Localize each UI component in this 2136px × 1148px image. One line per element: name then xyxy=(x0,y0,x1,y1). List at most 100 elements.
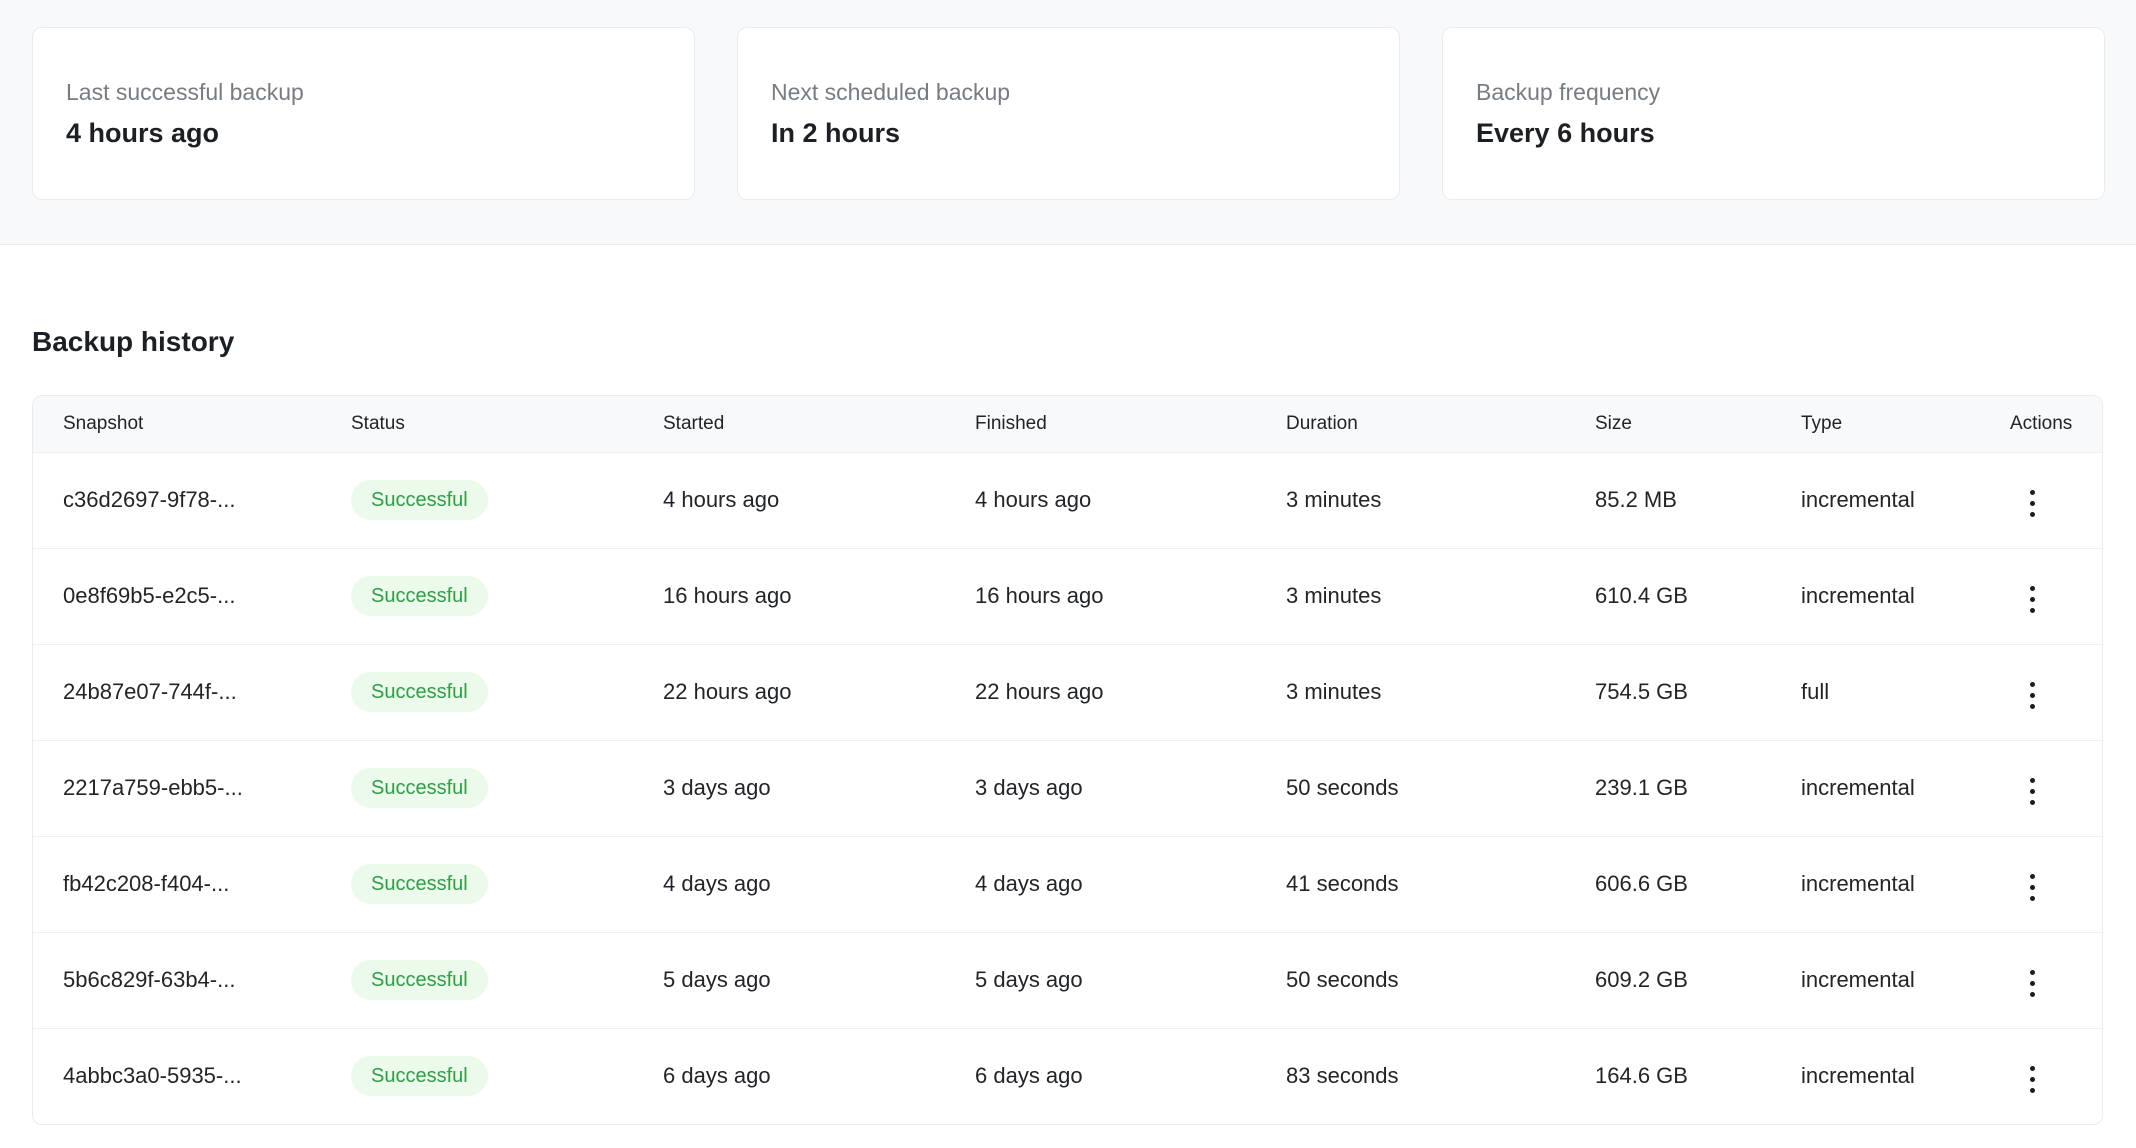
status-badge: Successful xyxy=(351,672,488,712)
card-value: 4 hours ago xyxy=(66,116,661,150)
row-actions-button[interactable] xyxy=(2018,674,2047,717)
started-cell: 16 hours ago xyxy=(633,548,945,644)
status-cell: Successful xyxy=(321,932,633,1028)
backup-history-table: Snapshot Status Started Finished Duratio… xyxy=(33,396,2102,1124)
finished-cell: 6 days ago xyxy=(945,1028,1256,1124)
type-cell: incremental xyxy=(1771,452,1980,548)
status-badge: Successful xyxy=(351,768,488,808)
size-cell: 85.2 MB xyxy=(1565,452,1771,548)
duration-cell: 3 minutes xyxy=(1256,644,1565,740)
card-last-successful-backup: Last successful backup 4 hours ago xyxy=(32,27,695,200)
kebab-menu-icon xyxy=(2030,970,2035,997)
type-cell: incremental xyxy=(1771,740,1980,836)
duration-cell: 3 minutes xyxy=(1256,452,1565,548)
started-cell: 6 days ago xyxy=(633,1028,945,1124)
status-badge: Successful xyxy=(351,576,488,616)
status-cell: Successful xyxy=(321,452,633,548)
duration-cell: 3 minutes xyxy=(1256,548,1565,644)
snapshot-cell: 24b87e07-744f-... xyxy=(33,644,321,740)
column-header-actions: Actions xyxy=(1980,396,2102,452)
started-cell: 4 hours ago xyxy=(633,452,945,548)
row-actions-button[interactable] xyxy=(2018,962,2047,1005)
type-cell: incremental xyxy=(1771,1028,1980,1124)
summary-band: Last successful backup 4 hours ago Next … xyxy=(0,0,2136,245)
card-label: Backup frequency xyxy=(1476,77,2071,107)
table-row: 0e8f69b5-e2c5-... Successful 16 hours ag… xyxy=(33,548,2102,644)
actions-cell xyxy=(1980,548,2102,644)
status-cell: Successful xyxy=(321,740,633,836)
page-title: Backup history xyxy=(32,325,2103,359)
started-cell: 5 days ago xyxy=(633,932,945,1028)
actions-cell xyxy=(1980,1028,2102,1124)
row-actions-button[interactable] xyxy=(2018,1058,2047,1101)
snapshot-cell: c36d2697-9f78-... xyxy=(33,452,321,548)
card-next-scheduled-backup: Next scheduled backup In 2 hours xyxy=(737,27,1400,200)
finished-cell: 22 hours ago xyxy=(945,644,1256,740)
backup-history-table-card: Snapshot Status Started Finished Duratio… xyxy=(32,395,2103,1125)
started-cell: 22 hours ago xyxy=(633,644,945,740)
card-value: In 2 hours xyxy=(771,116,1366,150)
snapshot-cell: fb42c208-f404-... xyxy=(33,836,321,932)
status-badge: Successful xyxy=(351,480,488,520)
finished-cell: 5 days ago xyxy=(945,932,1256,1028)
duration-cell: 41 seconds xyxy=(1256,836,1565,932)
card-value: Every 6 hours xyxy=(1476,116,2071,150)
card-backup-frequency: Backup frequency Every 6 hours xyxy=(1442,27,2105,200)
size-cell: 609.2 GB xyxy=(1565,932,1771,1028)
finished-cell: 4 hours ago xyxy=(945,452,1256,548)
type-cell: incremental xyxy=(1771,548,1980,644)
duration-cell: 83 seconds xyxy=(1256,1028,1565,1124)
table-row: c36d2697-9f78-... Successful 4 hours ago… xyxy=(33,452,2102,548)
kebab-menu-icon xyxy=(2030,586,2035,613)
type-cell: full xyxy=(1771,644,1980,740)
snapshot-cell: 0e8f69b5-e2c5-... xyxy=(33,548,321,644)
type-cell: incremental xyxy=(1771,836,1980,932)
actions-cell xyxy=(1980,452,2102,548)
status-cell: Successful xyxy=(321,548,633,644)
type-cell: incremental xyxy=(1771,932,1980,1028)
column-header-type: Type xyxy=(1771,396,1980,452)
duration-cell: 50 seconds xyxy=(1256,932,1565,1028)
started-cell: 4 days ago xyxy=(633,836,945,932)
row-actions-button[interactable] xyxy=(2018,578,2047,621)
kebab-menu-icon xyxy=(2030,778,2035,805)
kebab-menu-icon xyxy=(2030,682,2035,709)
column-header-duration: Duration xyxy=(1256,396,1565,452)
column-header-started: Started xyxy=(633,396,945,452)
row-actions-button[interactable] xyxy=(2018,770,2047,813)
table-header-row: Snapshot Status Started Finished Duratio… xyxy=(33,396,2102,452)
status-badge: Successful xyxy=(351,864,488,904)
actions-cell xyxy=(1980,740,2102,836)
snapshot-cell: 4abbc3a0-5935-... xyxy=(33,1028,321,1124)
size-cell: 754.5 GB xyxy=(1565,644,1771,740)
kebab-menu-icon xyxy=(2030,1066,2035,1093)
size-cell: 606.6 GB xyxy=(1565,836,1771,932)
row-actions-button[interactable] xyxy=(2018,482,2047,525)
status-cell: Successful xyxy=(321,644,633,740)
snapshot-cell: 2217a759-ebb5-... xyxy=(33,740,321,836)
card-label: Last successful backup xyxy=(66,77,661,107)
column-header-size: Size xyxy=(1565,396,1771,452)
column-header-status: Status xyxy=(321,396,633,452)
actions-cell xyxy=(1980,644,2102,740)
table-row: fb42c208-f404-... Successful 4 days ago … xyxy=(33,836,2102,932)
status-cell: Successful xyxy=(321,836,633,932)
column-header-snapshot: Snapshot xyxy=(33,396,321,452)
finished-cell: 3 days ago xyxy=(945,740,1256,836)
table-row: 4abbc3a0-5935-... Successful 6 days ago … xyxy=(33,1028,2102,1124)
status-cell: Successful xyxy=(321,1028,633,1124)
size-cell: 610.4 GB xyxy=(1565,548,1771,644)
started-cell: 3 days ago xyxy=(633,740,945,836)
card-label: Next scheduled backup xyxy=(771,77,1366,107)
row-actions-button[interactable] xyxy=(2018,866,2047,909)
size-cell: 239.1 GB xyxy=(1565,740,1771,836)
column-header-finished: Finished xyxy=(945,396,1256,452)
kebab-menu-icon xyxy=(2030,490,2035,517)
finished-cell: 4 days ago xyxy=(945,836,1256,932)
size-cell: 164.6 GB xyxy=(1565,1028,1771,1124)
finished-cell: 16 hours ago xyxy=(945,548,1256,644)
status-badge: Successful xyxy=(351,1056,488,1096)
main-content: Backup history Snapshot Status Started F… xyxy=(0,325,2136,1125)
kebab-menu-icon xyxy=(2030,874,2035,901)
snapshot-cell: 5b6c829f-63b4-... xyxy=(33,932,321,1028)
